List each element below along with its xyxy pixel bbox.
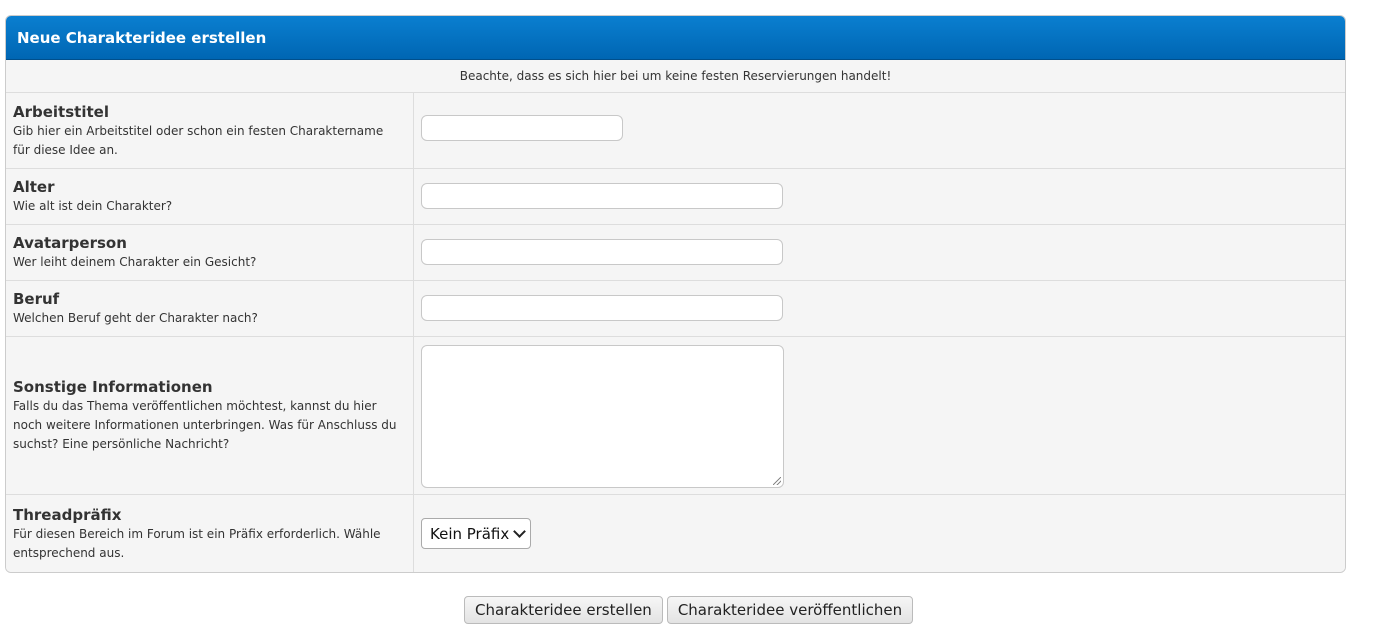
resize-handle-icon[interactable] <box>773 476 781 485</box>
thread-prefix-select[interactable]: Kein Präfix <box>421 518 532 549</box>
label-cell: Alter Wie alt ist dein Charakter? <box>6 169 414 224</box>
notice-text: Beachte, dass es sich hier bei um keine … <box>459 69 892 83</box>
create-button[interactable]: Charakteridee erstellen <box>464 596 663 624</box>
age-input[interactable] <box>421 183 783 209</box>
field-description: Für diesen Bereich im Forum ist ein Präf… <box>13 526 381 560</box>
row-thread-prefix: Threadpräfix Für diesen Bereich im Forum… <box>6 495 1345 572</box>
avatar-person-input[interactable] <box>421 239 783 265</box>
form-header: Neue Charakteridee erstellen <box>6 16 1345 60</box>
row-other-info: Sonstige Informationen Falls du das Them… <box>6 337 1345 495</box>
field-title: Sonstige Informationen <box>13 378 213 396</box>
form-notice: Beachte, dass es sich hier bei um keine … <box>6 60 1345 93</box>
input-cell <box>414 281 1345 336</box>
field-description: Welchen Beruf geht der Charakter nach? <box>13 311 258 325</box>
input-cell: Kein Präfix <box>414 495 1345 572</box>
row-profession: Beruf Welchen Beruf geht der Charakter n… <box>6 281 1345 337</box>
field-description: Falls du das Thema veröffentlichen möcht… <box>13 399 397 451</box>
select-value: Kein Präfix <box>430 524 510 543</box>
input-cell <box>414 93 1345 168</box>
label-cell: Beruf Welchen Beruf geht der Charakter n… <box>6 281 414 336</box>
other-info-textarea[interactable] <box>421 344 784 488</box>
field-title: Alter <box>13 178 55 196</box>
field-title: Arbeitstitel <box>13 102 109 121</box>
working-title-input[interactable] <box>421 115 623 141</box>
label-cell: Arbeitstitel Gib hier ein Arbeitstitel o… <box>6 93 414 168</box>
field-title: Threadpräfix <box>13 505 122 524</box>
row-working-title: Arbeitstitel Gib hier ein Arbeitstitel o… <box>6 93 1345 169</box>
character-idea-form: Neue Charakteridee erstellen Beachte, da… <box>5 15 1346 573</box>
label-cell: Sonstige Informationen Falls du das Them… <box>6 337 414 494</box>
chevron-down-icon <box>513 525 527 538</box>
field-description: Gib hier ein Arbeitstitel oder schon ein… <box>13 123 384 157</box>
field-description: Wer leiht deinem Charakter ein Gesicht? <box>13 255 257 269</box>
form-actions: Charakteridee erstellen Charakteridee ve… <box>464 596 914 624</box>
field-description: Wie alt ist dein Charakter? <box>13 199 173 213</box>
publish-button[interactable]: Charakteridee veröffentlichen <box>666 596 914 624</box>
form-title: Neue Charakteridee erstellen <box>17 28 267 47</box>
row-age: Alter Wie alt ist dein Charakter? <box>6 169 1345 225</box>
input-cell <box>414 337 1345 494</box>
field-title: Avatarperson <box>13 234 127 252</box>
input-cell <box>414 225 1345 280</box>
label-cell: Threadpräfix Für diesen Bereich im Forum… <box>6 495 414 572</box>
profession-input[interactable] <box>421 295 783 321</box>
field-title: Beruf <box>13 290 60 308</box>
label-cell: Avatarperson Wer leiht deinem Charakter … <box>6 225 414 280</box>
row-avatar-person: Avatarperson Wer leiht deinem Charakter … <box>6 225 1345 281</box>
input-cell <box>414 169 1345 224</box>
